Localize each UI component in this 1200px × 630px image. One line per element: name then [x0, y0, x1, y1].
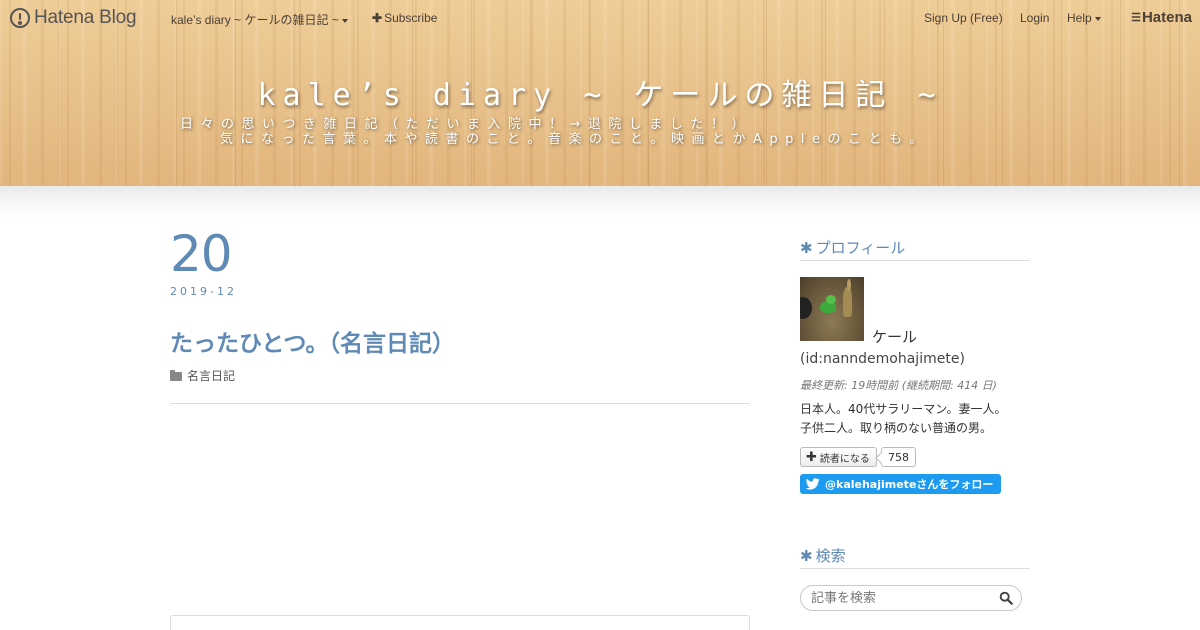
asterisk-icon: ✱: [800, 239, 813, 257]
signup-link[interactable]: Sign Up (Free): [924, 11, 1003, 25]
blog-menu-dropdown[interactable]: kale’s diary ~ ケールの雑日記 ~: [171, 11, 348, 28]
profile-bio: 日本人。40代サラリーマン。妻一人。 子供二人。取り柄のない普通の男。: [800, 400, 1032, 438]
blog-description-line2: 気になった言葉。本や読書のこと。音楽のこと。映画とかAppleのことも。: [220, 132, 931, 147]
entry-category[interactable]: 名言日記: [170, 367, 235, 384]
search-box: [800, 585, 1022, 611]
entry-divider: [170, 403, 750, 404]
hatena-link[interactable]: ☰ Hatena: [1131, 9, 1192, 26]
avatar-object: [800, 297, 812, 319]
header-shadow: [0, 186, 1200, 220]
profile-bio-line1: 日本人。40代サラリーマン。妻一人。: [800, 402, 1007, 416]
entry-content-box: [170, 615, 750, 630]
search-heading-rule: [800, 568, 1030, 569]
subscribe-button[interactable]: ✚ Subscribe: [372, 11, 437, 25]
login-link[interactable]: Login: [1020, 11, 1049, 25]
hatena-label: Hatena: [1141, 9, 1192, 26]
avatar-rabbit-ear: [847, 279, 851, 291]
hatena-blog-logo-icon: [10, 8, 30, 28]
reader-count-value: 758: [888, 450, 909, 464]
profile-name[interactable]: ケール: [872, 326, 917, 347]
twitter-bird-icon: [806, 478, 820, 490]
profile-heading-label: プロフィール: [815, 239, 906, 257]
profile-bio-line2: 子供二人。取り柄のない普通の男。: [800, 421, 993, 435]
help-label: Help: [1067, 11, 1092, 25]
logo-text: Hatena Blog: [34, 7, 137, 28]
blog-description: 日々の思いつき雑日記（ただいま入院中！→退院しました！） 気になった言葉。本や読…: [170, 117, 1030, 147]
avatar[interactable]: [800, 277, 864, 341]
twitter-follow-button[interactable]: @kalehajimeteさんをフォロー: [800, 474, 1002, 494]
search-icon[interactable]: [999, 591, 1013, 605]
entry-category-label: 名言日記: [187, 369, 236, 383]
search-heading: ✱ 検索: [800, 545, 846, 566]
entry-title[interactable]: たったひとつ。（名言日記）: [170, 324, 455, 358]
blog-description-line1: 日々の思いつき雑日記（ただいま入院中！→退院しました！）: [180, 117, 752, 132]
caret-down-icon: [1094, 16, 1101, 21]
hatena-mark-icon: ☰: [1131, 12, 1141, 24]
profile-heading-rule: [800, 260, 1030, 261]
become-reader-label: 読者になる: [819, 453, 870, 465]
caret-down-icon: [341, 18, 348, 23]
become-reader-button[interactable]: ✚ 読者になる: [800, 447, 877, 467]
profile-last-updated: 最終更新: 19時間前 (継続期間: 414 日): [800, 379, 997, 392]
plus-icon: ✚: [372, 11, 383, 25]
blog-menu-label: kale’s diary ~ ケールの雑日記 ~: [171, 13, 339, 27]
entry-date-year-month[interactable]: 2019-12: [170, 285, 237, 298]
avatar-frog-head: [826, 295, 836, 304]
profile-id[interactable]: (id:nanndemohajimete): [800, 351, 965, 367]
asterisk-icon: ✱: [800, 547, 813, 565]
twitter-follow-label: @kalehajimeteさんをフォロー: [825, 478, 994, 491]
blog-title[interactable]: kale’s diary ~ ケールの雑日記 ~: [0, 70, 1200, 114]
folder-icon: [170, 369, 182, 381]
global-topbar: Hatena Blog kale’s diary ~ ケールの雑日記 ~ ✚ Su…: [0, 0, 1200, 36]
search-input[interactable]: [811, 589, 991, 607]
search-heading-label: 検索: [815, 547, 846, 565]
subscribe-label: Subscribe: [384, 11, 438, 25]
entry-date-day[interactable]: 20: [170, 226, 233, 282]
help-dropdown[interactable]: Help: [1067, 11, 1101, 25]
plus-icon: ✚: [806, 449, 817, 465]
profile-heading: ✱ プロフィール: [800, 237, 905, 258]
avatar-rabbit: [843, 287, 852, 317]
reader-count-badge: 758: [881, 447, 916, 467]
hatena-blog-logo[interactable]: Hatena Blog: [10, 7, 137, 29]
